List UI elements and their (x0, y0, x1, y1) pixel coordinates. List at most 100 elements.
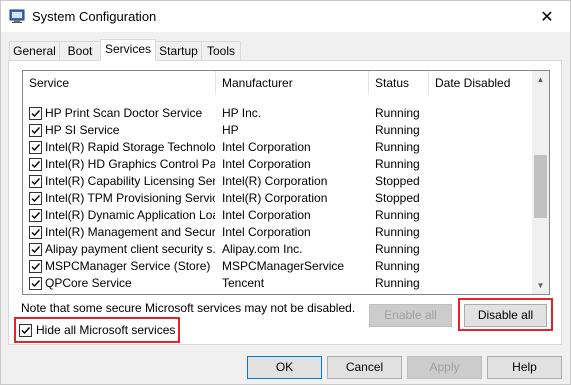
tab-boot[interactable]: Boot (59, 41, 101, 60)
help-button[interactable]: Help (487, 356, 562, 379)
service-checkbox[interactable] (29, 243, 42, 256)
column-header-date-disabled[interactable]: Date Disabled (429, 71, 533, 95)
table-row[interactable]: Intel(R) Management and Securi... Intel C… (23, 224, 533, 241)
enable-all-button[interactable]: Enable all (369, 304, 452, 327)
table-row[interactable]: Intel(R) Dynamic Application Loa... Intel… (23, 207, 533, 224)
status-cell: Running (375, 292, 429, 294)
manufacturer-cell: Intel Corporation (222, 157, 311, 171)
checkmark-icon (31, 127, 41, 135)
service-checkbox[interactable] (29, 192, 42, 205)
checkmark-icon (31, 195, 41, 203)
tab-tools[interactable]: Tools (201, 41, 241, 60)
manufacturer-cell: Tencent (222, 276, 265, 290)
close-icon[interactable]: ✕ (524, 1, 570, 32)
status-cell: Running (375, 242, 420, 256)
service-checkbox[interactable] (29, 107, 42, 120)
manufacturer-cell: Realtek Semiconductor (222, 292, 367, 294)
checkmark-icon (31, 212, 41, 220)
manufacturer-cell: Alipay.com Inc. (222, 242, 303, 256)
secure-services-note: Note that some secure Microsoft services… (21, 301, 356, 315)
list-header: Service Manufacturer Status Date Disable… (23, 71, 533, 95)
service-checkbox[interactable] (29, 226, 42, 239)
tab-startup[interactable]: Startup (155, 41, 202, 60)
cancel-button[interactable]: Cancel (327, 356, 402, 379)
service-checkbox[interactable] (29, 175, 42, 188)
checkmark-icon (31, 229, 41, 237)
checkmark-icon (31, 246, 41, 254)
status-cell: Running (375, 106, 420, 120)
manufacturer-cell: Intel Corporation (222, 140, 311, 154)
highlight-hide-ms-services (14, 317, 180, 343)
checkmark-icon (31, 161, 41, 169)
service-name-cell: Intel(R) HD Graphics Control Pa... (45, 157, 215, 171)
service-name-cell: HP Print Scan Doctor Service (45, 106, 203, 120)
manufacturer-cell: Intel Corporation (222, 225, 311, 239)
manufacturer-cell: HP Inc. (222, 106, 262, 120)
tab-services[interactable]: Services (100, 39, 156, 61)
service-checkbox[interactable] (29, 141, 42, 154)
checkmark-icon (31, 178, 41, 186)
service-name-cell: QPCore Service (45, 276, 132, 290)
service-name-cell: Intel(R) TPM Provisioning Service (45, 191, 215, 205)
ok-button[interactable]: OK (247, 356, 322, 379)
manufacturer-cell: Intel(R) Corporation (222, 191, 328, 205)
service-name-cell: Realtek Audio Universal Service (45, 292, 215, 294)
scroll-thumb[interactable] (534, 155, 547, 218)
service-name-cell: Intel(R) Management and Securi... (45, 225, 215, 239)
manufacturer-cell: HP (222, 123, 239, 137)
status-cell: Running (375, 123, 420, 137)
service-name-cell: MSPCManager Service (Store) (45, 259, 211, 273)
checkmark-icon (31, 110, 41, 118)
checkmark-icon (31, 144, 41, 152)
manufacturer-cell: MSPCManagerService (222, 259, 345, 273)
table-row[interactable]: Intel(R) HD Graphics Control Pa... Intel … (23, 156, 533, 173)
system-configuration-window: System Configuration ✕ General Boot Serv… (0, 0, 571, 385)
table-row[interactable]: MSPCManager Service (Store) MSPCManagerSe… (23, 258, 533, 275)
msconfig-icon (9, 8, 25, 24)
table-row[interactable]: Intel(R) Rapid Storage Technology Intel C… (23, 139, 533, 156)
status-cell: Running (375, 208, 420, 222)
service-checkbox[interactable] (29, 277, 42, 290)
manufacturer-cell: Intel(R) Corporation (222, 174, 328, 188)
table-row[interactable]: Realtek Audio Universal Service Realtek S… (23, 292, 533, 295)
services-panel: Service Manufacturer Status Date Disable… (8, 60, 562, 345)
table-row[interactable]: QPCore Service Tencent Running (23, 275, 533, 292)
service-name-cell: Alipay payment client security s... (45, 242, 215, 256)
checkmark-icon (31, 263, 41, 271)
highlight-disable-all (458, 298, 553, 331)
tab-general[interactable]: General (9, 41, 60, 60)
status-cell: Running (375, 140, 420, 154)
table-row[interactable]: HP Print Scan Doctor Service HP Inc. Runni… (23, 105, 533, 122)
scroll-up-icon[interactable]: ▲ (532, 71, 549, 88)
service-name-cell: Intel(R) Rapid Storage Technology (45, 140, 215, 154)
window-title: System Configuration (32, 9, 157, 24)
table-row[interactable]: Intel(R) TPM Provisioning Service Intel(R… (23, 190, 533, 207)
services-list: Service Manufacturer Status Date Disable… (22, 70, 550, 295)
service-name-cell: Intel(R) Dynamic Application Loa... (45, 208, 215, 222)
status-cell: Running (375, 157, 420, 171)
status-cell: Running (375, 225, 420, 239)
apply-button[interactable]: Apply (407, 356, 482, 379)
manufacturer-cell: Intel Corporation (222, 208, 311, 222)
service-name-cell: HP SI Service (45, 123, 120, 137)
service-name-cell: Intel(R) Capability Licensing Serv... (45, 174, 215, 188)
column-header-status[interactable]: Status (369, 71, 429, 95)
column-header-service[interactable]: Service (23, 71, 216, 95)
scroll-down-icon[interactable]: ▼ (532, 277, 549, 294)
table-row[interactable]: HP SI Service HP Running (23, 122, 533, 139)
service-checkbox[interactable] (29, 124, 42, 137)
status-cell: Stopped (375, 174, 420, 188)
title-bar[interactable]: System Configuration ✕ (1, 1, 570, 32)
table-row[interactable]: Intel(R) Capability Licensing Serv... Int… (23, 173, 533, 190)
vertical-scrollbar[interactable]: ▲ ▼ (532, 71, 549, 294)
service-checkbox[interactable] (29, 158, 42, 171)
table-row[interactable]: Alipay payment client security s... Alipa… (23, 241, 533, 258)
service-checkbox[interactable] (29, 260, 42, 273)
status-cell: Running (375, 259, 420, 273)
checkmark-icon (31, 280, 41, 288)
status-cell: Stopped (375, 191, 420, 205)
service-checkbox[interactable] (29, 209, 42, 222)
service-checkbox[interactable] (29, 294, 42, 295)
status-cell: Running (375, 276, 420, 290)
column-header-manufacturer[interactable]: Manufacturer (216, 71, 369, 95)
